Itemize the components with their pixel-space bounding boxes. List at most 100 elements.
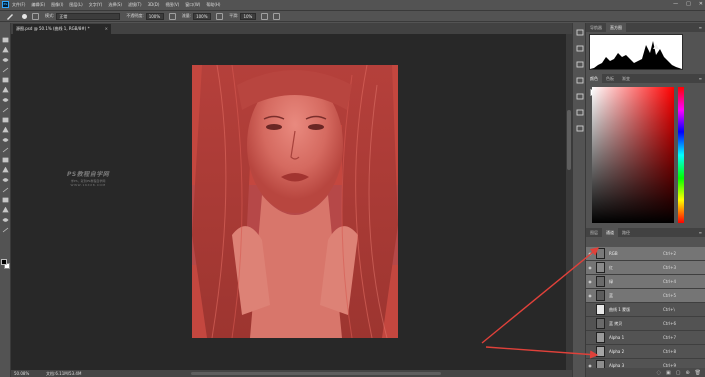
type-tool[interactable] xyxy=(2,187,9,193)
menu-filter[interactable]: 滤镜(T) xyxy=(128,2,142,8)
flow-input[interactable]: 100% xyxy=(193,12,212,20)
opacity-input[interactable]: 100% xyxy=(145,12,164,20)
actions-panel-icon[interactable] xyxy=(576,45,584,52)
brush-tool[interactable] xyxy=(2,107,9,113)
brush-tool-preset[interactable] xyxy=(6,12,14,20)
visibility-eye-icon[interactable]: ◉ xyxy=(586,279,594,284)
channel-row[interactable]: ◉ 蓝 Ctrl+5 xyxy=(586,289,705,303)
menu-image[interactable]: 图像(I) xyxy=(51,2,63,8)
tab-paths[interactable]: 路径 xyxy=(618,228,634,237)
menu-view[interactable]: 视图(V) xyxy=(165,2,179,8)
color-picker-field[interactable] xyxy=(592,87,674,223)
clone-stamp-tool[interactable] xyxy=(2,117,9,123)
blur-tool[interactable] xyxy=(2,157,9,163)
tab-swatches[interactable]: 色板 xyxy=(602,74,618,83)
document-tab[interactable]: 源图.psd @ 50.1% (曲线 1, RGB/8#) * × xyxy=(13,24,111,34)
info-panel-icon[interactable] xyxy=(576,61,584,68)
menu-layer[interactable]: 图层(L) xyxy=(69,2,82,8)
brush-settings-icon[interactable] xyxy=(32,12,39,20)
close-button[interactable]: ✕ xyxy=(699,1,703,7)
pressure-size-icon[interactable] xyxy=(273,12,281,20)
airbrush-icon[interactable] xyxy=(216,12,224,20)
tab-gradients[interactable]: 渐变 xyxy=(618,74,634,83)
hand-tool[interactable] xyxy=(2,217,9,223)
menu-type[interactable]: 文字(Y) xyxy=(89,2,103,8)
watermark-url: WWW.16XX8.COM xyxy=(70,183,106,187)
channel-row[interactable]: 蓝 拷贝 Ctrl+6 xyxy=(586,317,705,331)
add-channel-icon[interactable]: ⊕ xyxy=(685,370,689,376)
move-tool[interactable] xyxy=(2,37,9,43)
tab-channels[interactable]: 通道 xyxy=(602,228,618,237)
channels-panel-menu-icon[interactable]: ≡ xyxy=(699,228,702,237)
channel-row[interactable]: ◉ RGB Ctrl+2 xyxy=(586,247,705,261)
channel-name: RGB xyxy=(609,251,618,256)
document-size-info[interactable]: 文档:6.11M/53.4M xyxy=(46,371,81,377)
dodge-tool[interactable] xyxy=(2,167,9,173)
properties-panel-icon[interactable] xyxy=(576,77,584,84)
rectangle-tool[interactable] xyxy=(2,207,9,213)
smoothing-options-icon[interactable] xyxy=(261,12,269,20)
channel-row[interactable]: Alpha 2 Ctrl+8 xyxy=(586,345,705,359)
channel-row[interactable]: ◉ 绿 Ctrl+4 xyxy=(586,275,705,289)
horizontal-scroll-thumb[interactable] xyxy=(191,372,441,375)
document-tab-title: 源图.psd @ 50.1% (曲线 1, RGB/8#) * xyxy=(16,26,90,31)
color-panel-menu-icon[interactable]: ≡ xyxy=(699,74,702,83)
spot-healing-tool[interactable] xyxy=(2,97,9,103)
channel-thumbnail xyxy=(596,318,605,329)
channel-row[interactable]: Alpha 1 Ctrl+7 xyxy=(586,331,705,345)
marquee-tool[interactable] xyxy=(2,47,9,53)
maximize-button[interactable]: □ xyxy=(686,1,691,7)
crop-tool[interactable] xyxy=(2,77,9,83)
canvas-workspace[interactable]: PS教程自学网 学PS，就到PS教程自学网 WWW.16XX8.COM xyxy=(11,34,566,370)
libraries-panel-icon[interactable] xyxy=(576,109,584,116)
brush-size-picker[interactable] xyxy=(20,13,27,19)
lasso-tool[interactable] xyxy=(2,57,9,63)
menu-help[interactable]: 帮助(H) xyxy=(206,2,220,8)
hue-slider[interactable] xyxy=(678,87,684,223)
vertical-scroll-thumb[interactable] xyxy=(567,110,571,170)
foreground-color-chip[interactable] xyxy=(1,259,7,265)
minimize-button[interactable]: — xyxy=(673,1,678,7)
menu-window[interactable]: 窗口(W) xyxy=(185,2,200,8)
path-select-tool[interactable] xyxy=(2,197,9,203)
eyedropper-tool[interactable] xyxy=(2,87,9,93)
tab-color[interactable]: 颜色 xyxy=(586,74,602,83)
histogram-panel-menu-icon[interactable]: ≡ xyxy=(699,23,702,32)
properties-icon xyxy=(576,77,584,84)
channel-row[interactable]: ◉ 红 Ctrl+3 xyxy=(586,261,705,275)
visibility-eye-icon[interactable]: ◉ xyxy=(586,293,594,298)
opacity-label: 不透明度: xyxy=(126,13,144,18)
document-canvas-image[interactable] xyxy=(192,65,398,338)
pen-tool[interactable] xyxy=(2,177,9,183)
smooth-input[interactable]: 10% xyxy=(240,12,257,20)
history-panel-icon[interactable] xyxy=(576,29,584,36)
zoom-tool[interactable] xyxy=(2,227,9,233)
menu-file[interactable]: 文件(F) xyxy=(12,2,25,8)
delete-channel-icon[interactable]: 🗑 xyxy=(695,370,701,376)
channel-shortcut: Ctrl+8 xyxy=(663,349,677,354)
adjustments-panel-icon[interactable] xyxy=(576,93,584,100)
new-channel-icon[interactable]: ▢ xyxy=(676,370,681,376)
history-brush-tool[interactable] xyxy=(2,127,9,133)
quick-select-tool[interactable] xyxy=(2,67,9,73)
tab-histogram[interactable]: 直方图 xyxy=(606,23,626,32)
tab-navigator[interactable]: 导航器 xyxy=(586,23,606,32)
warning-icon[interactable] xyxy=(653,44,659,51)
eraser-tool[interactable] xyxy=(2,137,9,143)
zoom-level[interactable]: 50.08% xyxy=(14,371,46,376)
tab-close-icon[interactable]: × xyxy=(105,24,108,34)
visibility-eye-icon[interactable]: ◉ xyxy=(586,251,594,256)
menu-3d[interactable]: 3D(D) xyxy=(148,2,160,7)
menu-select[interactable]: 选择(S) xyxy=(108,2,122,8)
pressure-opacity-icon[interactable] xyxy=(168,12,176,20)
brush-dot-icon xyxy=(22,13,27,19)
save-selection-icon[interactable]: ▣ xyxy=(666,370,671,376)
gradient-tool[interactable] xyxy=(2,147,9,153)
mode-select[interactable]: 正常 xyxy=(56,12,121,20)
channel-row[interactable]: 曲线 1 蒙版 Ctrl+\ xyxy=(586,303,705,317)
menu-edit[interactable]: 编辑(E) xyxy=(31,2,45,8)
visibility-eye-icon[interactable]: ◉ xyxy=(586,265,594,270)
tab-layers[interactable]: 图层 xyxy=(586,228,602,237)
styles-panel-icon[interactable] xyxy=(576,125,584,132)
load-selection-icon[interactable]: ◌ xyxy=(657,370,661,376)
